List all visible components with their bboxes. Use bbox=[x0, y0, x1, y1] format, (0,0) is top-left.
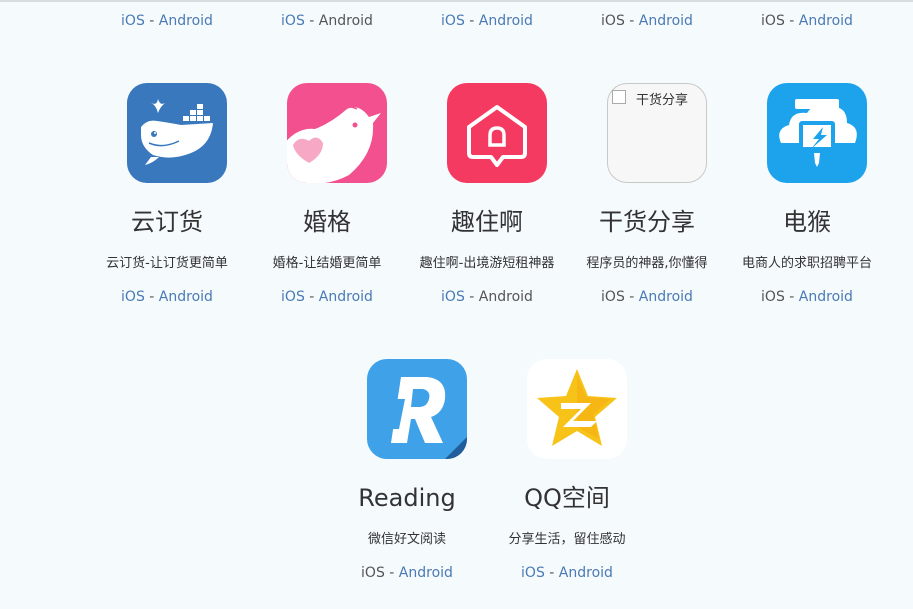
ios-link[interactable]: iOS bbox=[441, 289, 465, 305]
app-name[interactable]: QQ空间 bbox=[487, 483, 647, 513]
ios-link[interactable]: iOS bbox=[441, 13, 465, 29]
broken-image-glyph bbox=[612, 90, 626, 104]
android-link[interactable]: Android bbox=[399, 565, 453, 581]
platform-links: iOS - Android bbox=[247, 288, 407, 306]
app-card-yundinghuo: 云订货 云订货-让订货更简单 iOS - Android bbox=[87, 83, 247, 333]
android-link[interactable]: Android bbox=[639, 13, 693, 29]
whale-docker-icon[interactable] bbox=[127, 83, 227, 183]
app-description: 程序员的神器,你懂得 bbox=[586, 256, 708, 271]
ios-link[interactable]: iOS bbox=[521, 565, 545, 581]
image-alt-text: 干货分享 bbox=[636, 93, 689, 108]
platform-links: iOS - Android bbox=[407, 12, 567, 30]
app-description: 电商人的求职招聘平台 bbox=[741, 256, 872, 271]
android-link[interactable]: Android bbox=[799, 289, 853, 305]
link-separator: - bbox=[624, 289, 639, 305]
link-separator: - bbox=[384, 565, 399, 581]
app-card-hunge: 婚格 婚格-让结婚更简单 iOS - Android bbox=[247, 83, 407, 333]
android-link[interactable]: Android bbox=[159, 13, 213, 29]
ios-link[interactable]: iOS bbox=[281, 13, 305, 29]
link-separator: - bbox=[544, 565, 559, 581]
app-description: 分享生活，留住感动 bbox=[508, 532, 626, 547]
app-name[interactable]: Reading bbox=[327, 483, 487, 513]
app-name[interactable]: 婚格 bbox=[247, 207, 407, 237]
app-name[interactable]: 云订货 bbox=[87, 207, 247, 237]
ios-link[interactable]: iOS bbox=[761, 289, 785, 305]
platform-links: iOS - Android bbox=[87, 12, 247, 30]
android-link[interactable]: Android bbox=[559, 565, 613, 581]
app-description: 微信好文阅读 bbox=[367, 532, 446, 547]
qzone-star-icon[interactable] bbox=[527, 359, 627, 459]
link-separator: - bbox=[304, 13, 319, 29]
app-card-ganhuo: 干货分享 干货分享 程序员的神器,你懂得 iOS - Android bbox=[567, 83, 727, 333]
ios-link[interactable]: iOS bbox=[601, 289, 625, 305]
app-name[interactable]: 趣住啊 bbox=[407, 207, 567, 237]
android-link[interactable]: Android bbox=[799, 13, 853, 29]
house-pin-icon[interactable] bbox=[447, 83, 547, 183]
platform-links: iOS - Android bbox=[727, 12, 887, 30]
link-separator: - bbox=[624, 13, 639, 29]
ios-link[interactable]: iOS bbox=[281, 289, 305, 305]
android-link[interactable]: Android bbox=[159, 289, 213, 305]
ios-link[interactable]: iOS bbox=[361, 565, 385, 581]
android-link[interactable]: Android bbox=[479, 13, 533, 29]
app-card-dianhou: 电猴 电商人的求职招聘平台 iOS - Android bbox=[727, 83, 887, 333]
link-separator: - bbox=[144, 289, 159, 305]
platform-links: iOS - Android bbox=[87, 288, 247, 306]
monkey-cloud-icon[interactable] bbox=[767, 83, 867, 183]
platform-links: iOS - Android bbox=[487, 564, 647, 582]
app-description: 婚格-让结婚更简单 bbox=[272, 256, 382, 271]
link-separator: - bbox=[304, 289, 319, 305]
top-divider bbox=[0, 0, 913, 2]
ios-link[interactable]: iOS bbox=[601, 13, 625, 29]
android-link[interactable]: Android bbox=[639, 289, 693, 305]
platform-links: iOS - Android bbox=[327, 564, 487, 582]
broken-image-icon[interactable]: 干货分享 bbox=[607, 83, 707, 183]
link-separator: - bbox=[784, 289, 799, 305]
link-separator: - bbox=[784, 13, 799, 29]
android-link[interactable]: Android bbox=[479, 289, 533, 305]
platform-links: iOS - Android bbox=[567, 288, 727, 306]
ios-link[interactable]: iOS bbox=[121, 289, 145, 305]
link-separator: - bbox=[464, 289, 479, 305]
ios-link[interactable]: iOS bbox=[761, 13, 785, 29]
app-name[interactable]: 电猴 bbox=[727, 207, 887, 237]
android-link[interactable]: Android bbox=[319, 289, 373, 305]
link-separator: - bbox=[144, 13, 159, 29]
app-name[interactable]: 干货分享 bbox=[567, 207, 727, 237]
app-card-quzhua: 趣住啊 趣住啊-出境游短租神器 iOS - Android bbox=[407, 83, 567, 333]
platform-links: iOS - Android bbox=[567, 12, 727, 30]
platform-links: iOS - Android bbox=[247, 12, 407, 30]
reading-r-icon[interactable] bbox=[367, 359, 467, 459]
link-separator: - bbox=[464, 13, 479, 29]
platform-links: iOS - Android bbox=[727, 288, 887, 306]
app-card-reading: Reading 微信好文阅读 iOS - Android bbox=[327, 359, 487, 609]
platform-links: iOS - Android bbox=[407, 288, 567, 306]
app-description: 云订货-让订货更简单 bbox=[106, 256, 228, 271]
app-card-qzone: QQ空间 分享生活，留住感动 iOS - Android bbox=[487, 359, 647, 609]
android-link[interactable]: Android bbox=[319, 13, 373, 29]
app-description: 趣住啊-出境游短租神器 bbox=[419, 256, 555, 271]
bird-heart-icon[interactable] bbox=[287, 83, 387, 183]
ios-link[interactable]: iOS bbox=[121, 13, 145, 29]
